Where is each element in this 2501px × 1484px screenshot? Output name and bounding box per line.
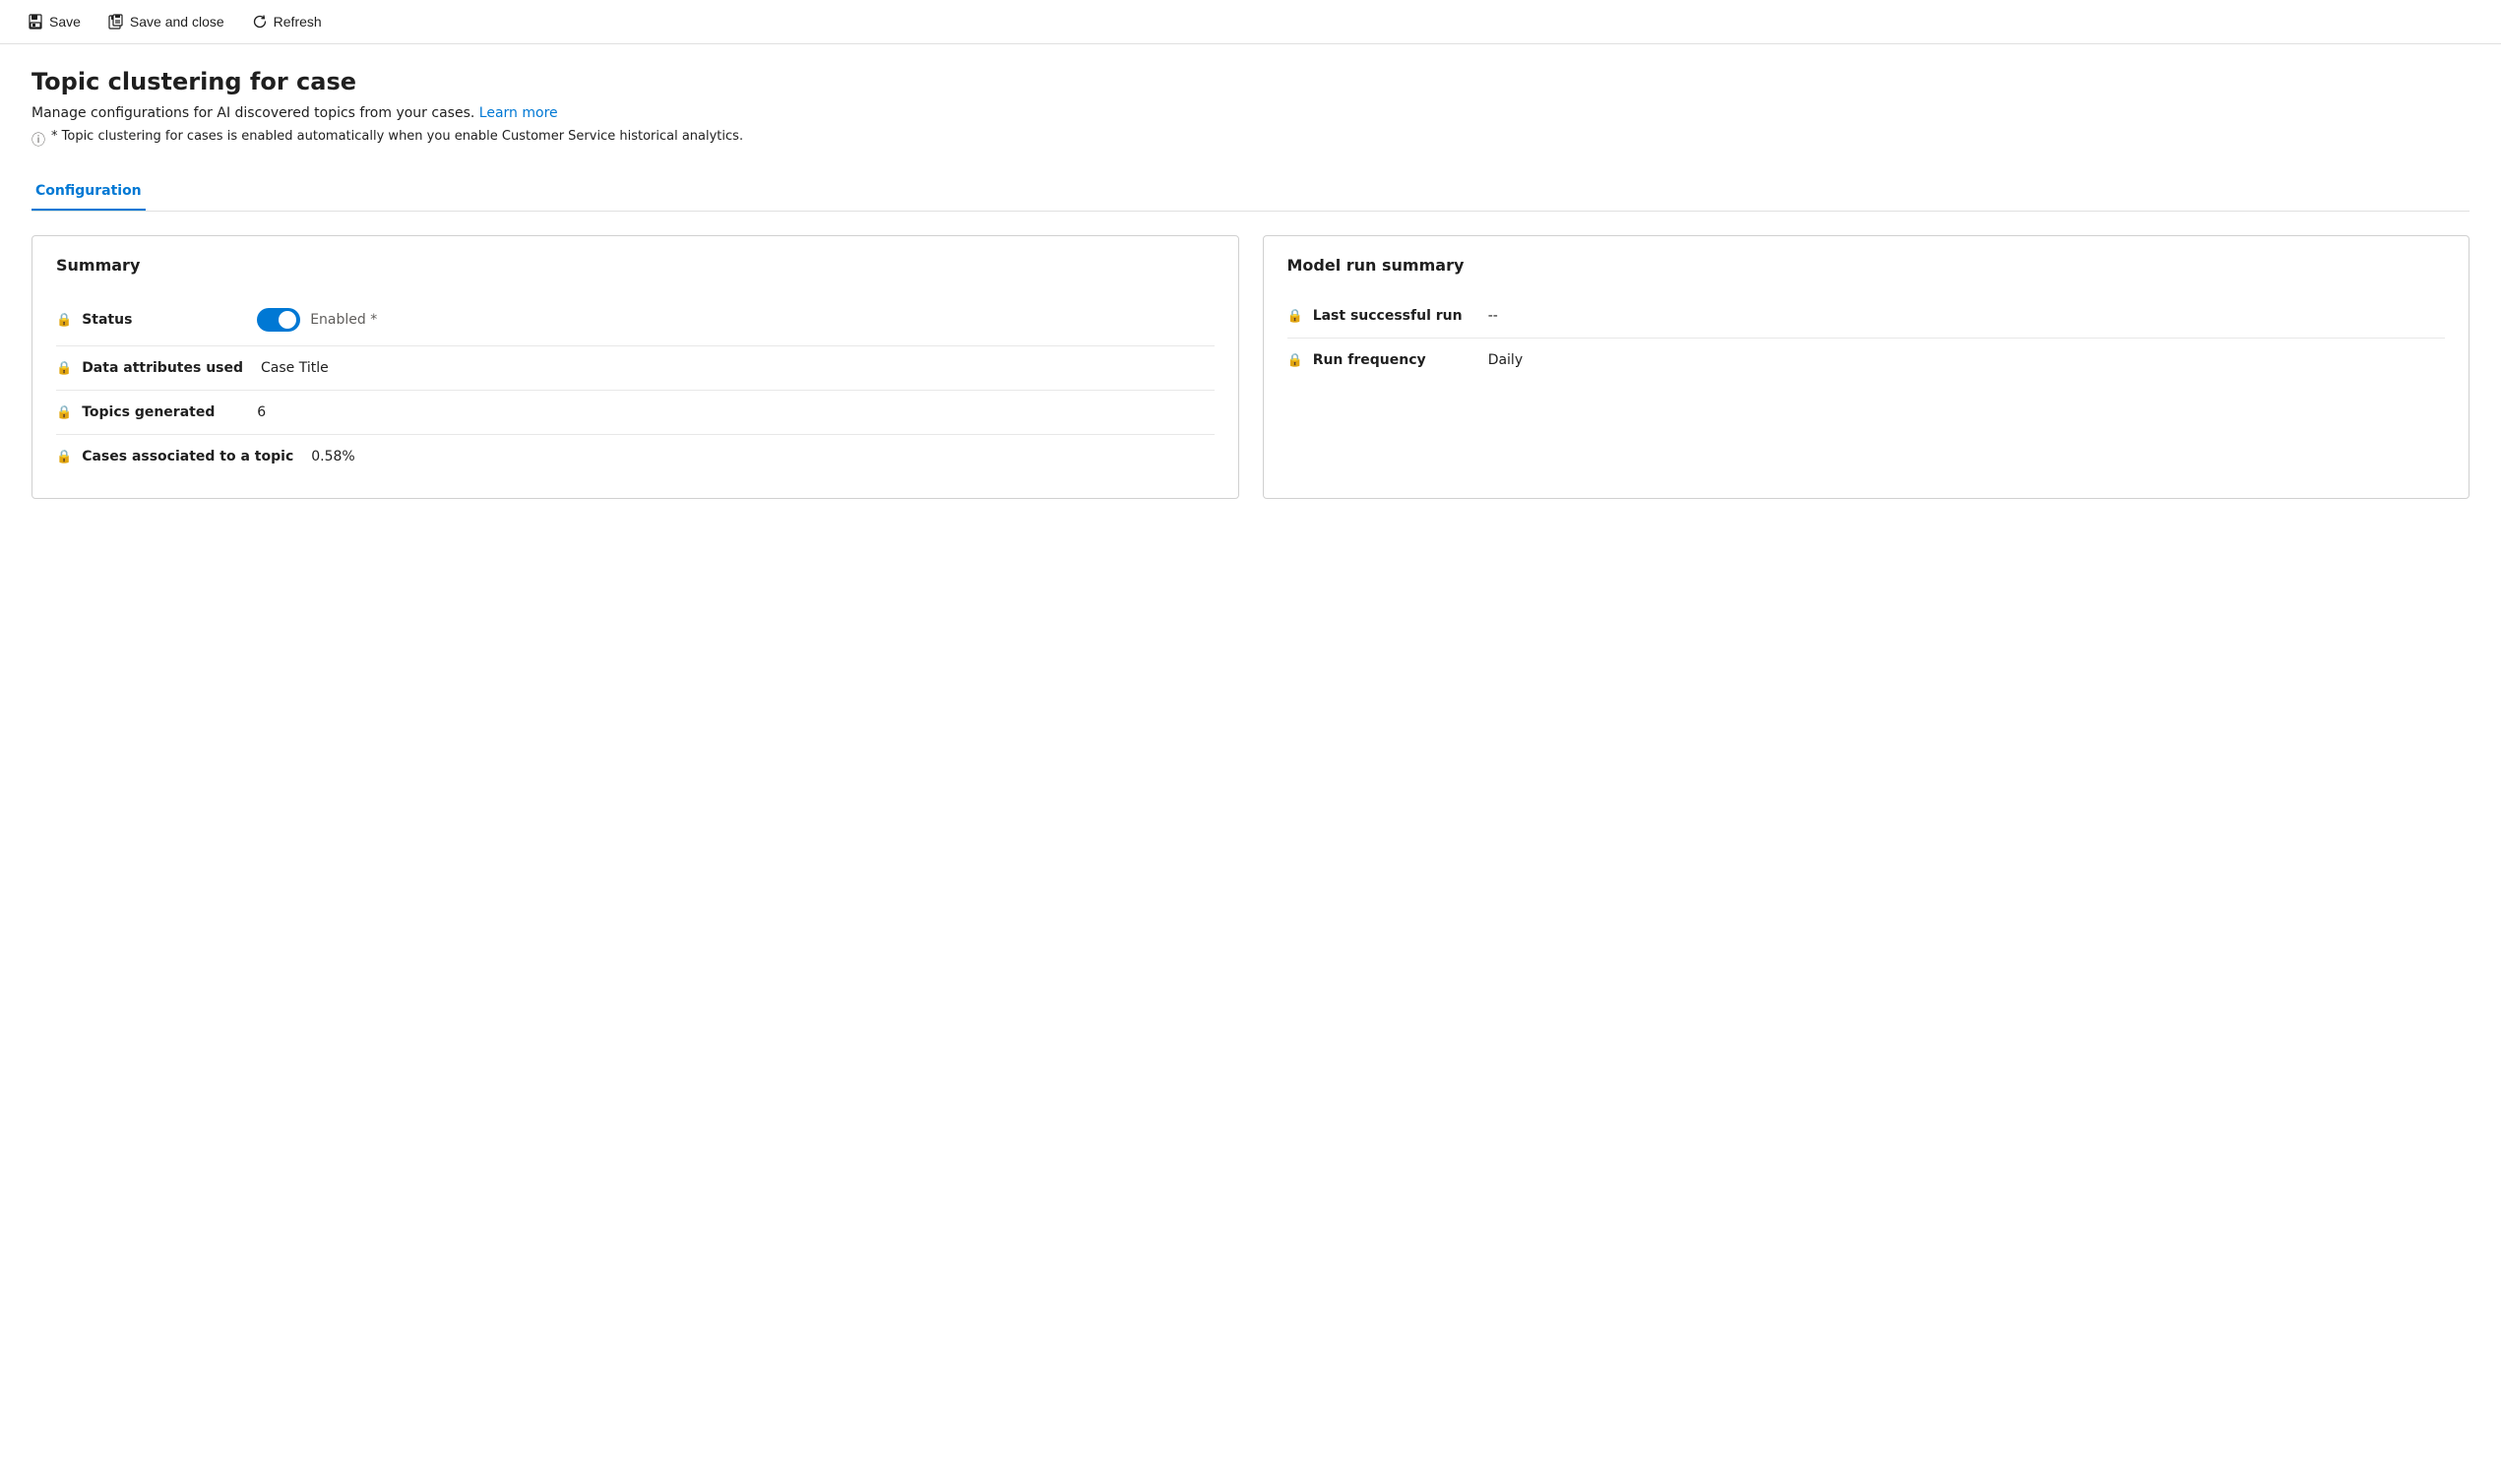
- data-attributes-label: Data attributes used: [82, 360, 243, 376]
- run-frequency-label: Run frequency: [1313, 352, 1470, 368]
- notice-text: * Topic clustering for cases is enabled …: [51, 129, 743, 144]
- summary-card: Summary 🔒 Status Enabled * 🔒 Data attrib…: [31, 235, 1239, 499]
- save-close-icon: [108, 14, 124, 30]
- data-attributes-lock-icon: 🔒: [56, 361, 72, 376]
- cases-associated-field-row: 🔒 Cases associated to a topic 0.58%: [56, 435, 1215, 478]
- status-field-row: 🔒 Status Enabled *: [56, 294, 1215, 346]
- refresh-icon: [252, 14, 268, 30]
- page-description: Manage configurations for AI discovered …: [31, 105, 2470, 121]
- run-frequency-value: Daily: [1488, 352, 1523, 368]
- last-run-label: Last successful run: [1313, 308, 1470, 324]
- page-title: Topic clustering for case: [31, 68, 2470, 95]
- cases-associated-value: 0.58%: [311, 449, 354, 464]
- page-notice: ⓘ * Topic clustering for cases is enable…: [31, 129, 2470, 150]
- last-run-lock-icon: 🔒: [1287, 309, 1303, 324]
- save-close-label: Save and close: [130, 14, 224, 30]
- tab-configuration-label: Configuration: [35, 183, 142, 199]
- status-toggle-container: Enabled *: [257, 308, 377, 332]
- topics-generated-field-row: 🔒 Topics generated 6: [56, 391, 1215, 435]
- page-description-text: Manage configurations for AI discovered …: [31, 105, 474, 121]
- cases-associated-label: Cases associated to a topic: [82, 449, 293, 464]
- tab-configuration[interactable]: Configuration: [31, 173, 146, 211]
- last-run-field-row: 🔒 Last successful run --: [1287, 294, 2446, 339]
- page-content: Topic clustering for case Manage configu…: [0, 44, 2501, 523]
- topics-generated-value: 6: [257, 404, 266, 420]
- run-frequency-field-row: 🔒 Run frequency Daily: [1287, 339, 2446, 382]
- save-button[interactable]: Save: [16, 8, 93, 35]
- refresh-label: Refresh: [274, 14, 322, 30]
- refresh-button[interactable]: Refresh: [240, 8, 334, 35]
- toolbar: Save Save and close Refresh: [0, 0, 2501, 44]
- run-frequency-lock-icon: 🔒: [1287, 353, 1303, 368]
- status-toggle-label: Enabled *: [310, 312, 377, 328]
- summary-card-title: Summary: [56, 256, 1215, 275]
- status-lock-icon: 🔒: [56, 313, 72, 328]
- info-icon: ⓘ: [31, 130, 45, 150]
- model-run-card-title: Model run summary: [1287, 256, 2446, 275]
- cases-lock-icon: 🔒: [56, 450, 72, 464]
- tabs-bar: Configuration: [31, 173, 2470, 212]
- topics-generated-label: Topics generated: [82, 404, 239, 420]
- model-run-card: Model run summary 🔒 Last successful run …: [1263, 235, 2470, 499]
- data-attributes-value: Case Title: [261, 360, 329, 376]
- topics-lock-icon: 🔒: [56, 405, 72, 420]
- save-icon: [28, 14, 43, 30]
- save-label: Save: [49, 14, 81, 30]
- learn-more-link[interactable]: Learn more: [479, 105, 558, 121]
- toggle-slider: [257, 308, 300, 332]
- status-toggle[interactable]: [257, 308, 300, 332]
- data-attributes-field-row: 🔒 Data attributes used Case Title: [56, 346, 1215, 391]
- cards-row: Summary 🔒 Status Enabled * 🔒 Data attrib…: [31, 235, 2470, 499]
- status-label: Status: [82, 312, 239, 328]
- last-run-value: --: [1488, 308, 1498, 324]
- save-close-button[interactable]: Save and close: [96, 8, 236, 35]
